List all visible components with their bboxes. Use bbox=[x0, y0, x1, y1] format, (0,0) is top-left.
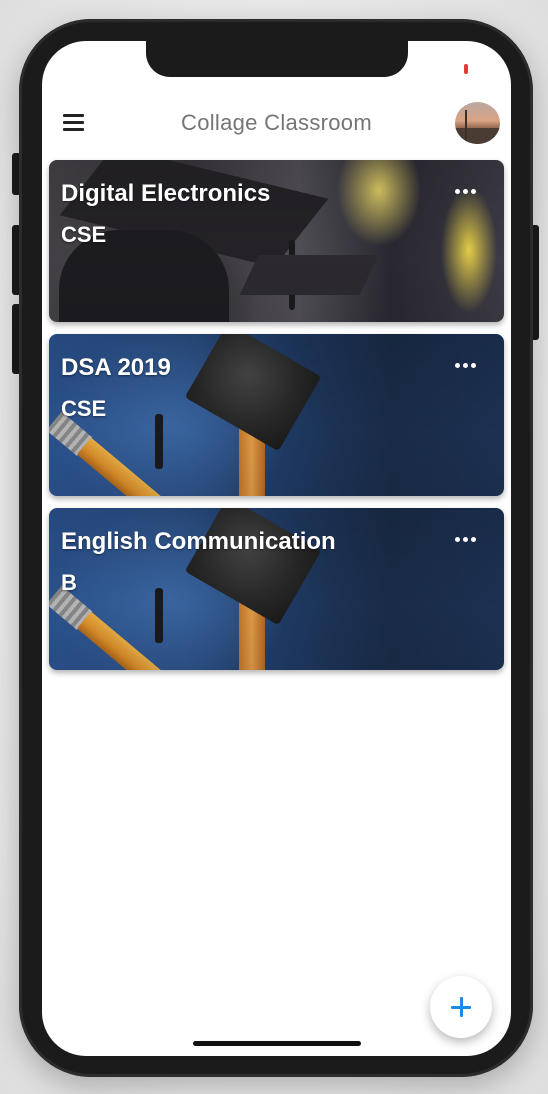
class-section: CSE bbox=[61, 396, 107, 421]
add-class-button[interactable] bbox=[430, 976, 492, 1038]
class-card-list: Digital Electronics CSE DSA 2019 CSE Eng… bbox=[49, 160, 504, 682]
app-title: Collage Classroom bbox=[181, 110, 372, 135]
class-name: English Communication bbox=[61, 528, 336, 555]
avatar-photo-horizon bbox=[455, 128, 500, 144]
class-card[interactable]: Digital Electronics CSE bbox=[49, 160, 504, 322]
plus-icon-horizontal bbox=[451, 1006, 471, 1009]
class-card[interactable]: English Communication B bbox=[49, 508, 504, 670]
home-indicator[interactable] bbox=[193, 1041, 361, 1046]
class-section: CSE bbox=[61, 222, 107, 247]
app-screen: Collage Classroom Digital Electronics CS… bbox=[42, 41, 511, 1056]
avatar-photo-pole bbox=[465, 110, 467, 140]
more-horizontal-icon[interactable] bbox=[449, 528, 483, 552]
device-frame-background: Collage Classroom Digital Electronics CS… bbox=[0, 0, 548, 1094]
user-avatar[interactable] bbox=[455, 102, 500, 144]
recording-indicator bbox=[464, 64, 468, 74]
class-name: Digital Electronics bbox=[61, 180, 271, 207]
more-horizontal-icon[interactable] bbox=[449, 354, 483, 378]
app-bar: Collage Classroom bbox=[42, 97, 511, 149]
more-horizontal-icon[interactable] bbox=[449, 180, 483, 204]
class-name: DSA 2019 bbox=[61, 354, 171, 381]
class-section: B bbox=[61, 570, 77, 595]
notch bbox=[146, 41, 408, 77]
class-card[interactable]: DSA 2019 CSE bbox=[49, 334, 504, 496]
